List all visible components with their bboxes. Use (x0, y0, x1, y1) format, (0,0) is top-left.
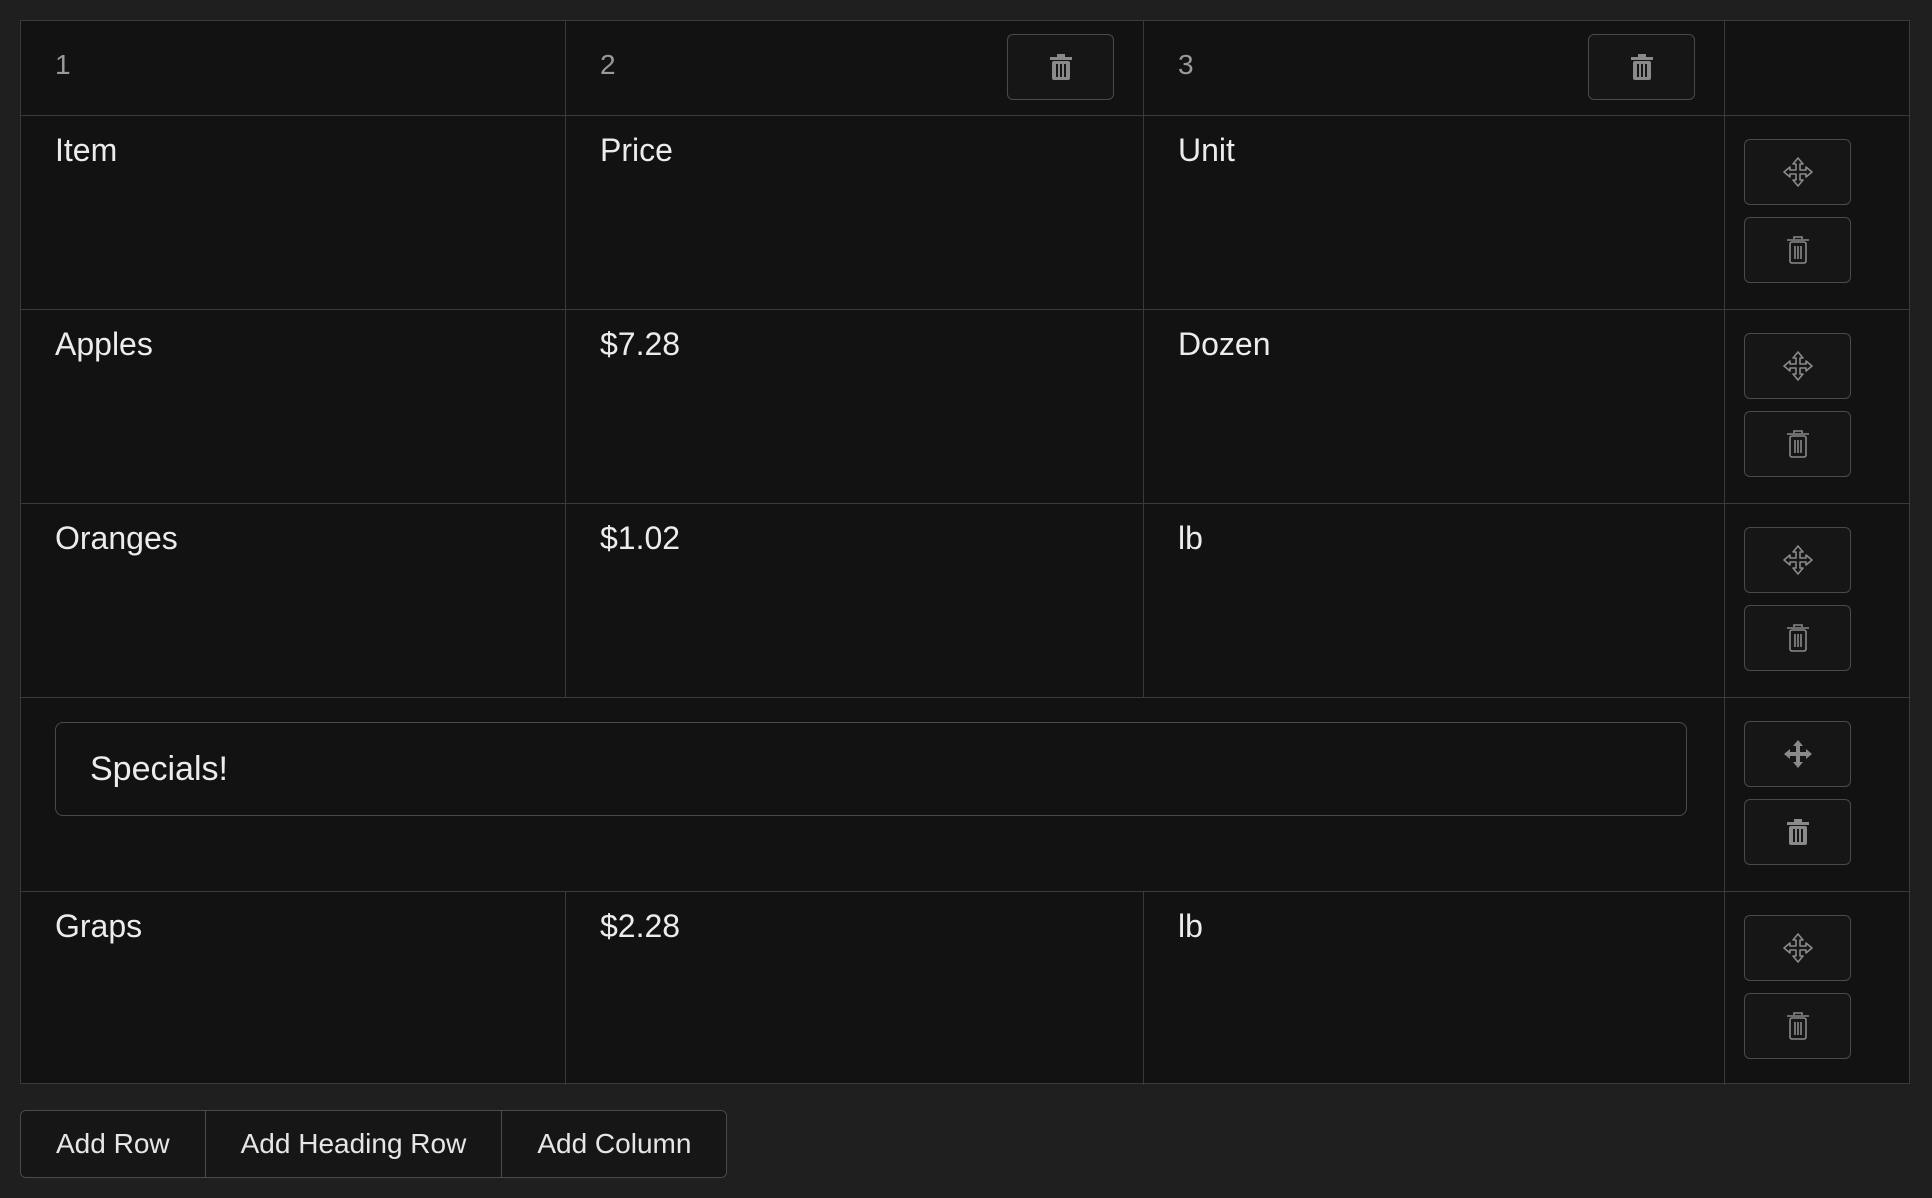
trash-icon (1786, 236, 1809, 264)
column-header-1: 1 (21, 21, 566, 115)
table-row: Graps $2.28 lb (21, 891, 1909, 1085)
row-actions (1725, 698, 1911, 891)
table-cell[interactable]: $7.28 (566, 310, 1144, 503)
heading-input[interactable] (55, 722, 1687, 816)
move-icon (1782, 351, 1813, 381)
move-row-button[interactable] (1744, 139, 1851, 205)
table-row: Item Price Unit (21, 115, 1909, 309)
move-icon (1782, 157, 1813, 187)
cell-text: $1.02 (600, 520, 681, 556)
table-actions: Add Row Add Heading Row Add Column (20, 1110, 728, 1178)
delete-column-button[interactable] (1007, 34, 1114, 100)
trash-icon (1786, 1012, 1809, 1040)
cell-text: Unit (1178, 132, 1235, 168)
cell-text: lb (1178, 908, 1203, 944)
move-row-button[interactable] (1744, 915, 1851, 981)
delete-column-button[interactable] (1588, 34, 1695, 100)
column-number: 2 (600, 49, 616, 80)
cell-text: Dozen (1178, 326, 1271, 362)
column-header-3: 3 (1144, 21, 1725, 115)
column-header-row: 1 2 3 (21, 21, 1909, 115)
add-heading-row-button[interactable]: Add Heading Row (204, 1111, 502, 1177)
row-actions (1725, 504, 1911, 697)
delete-row-button[interactable] (1744, 217, 1851, 283)
cell-text: Oranges (55, 520, 178, 556)
cell-text: Price (600, 132, 673, 168)
add-column-button[interactable]: Add Column (501, 1111, 727, 1177)
column-number: 3 (1178, 49, 1194, 80)
trash-icon (1786, 819, 1809, 845)
table-cell[interactable]: $1.02 (566, 504, 1144, 697)
heading-cell (21, 698, 1725, 891)
table-row: Apples $7.28 Dozen (21, 309, 1909, 503)
move-row-button[interactable] (1744, 527, 1851, 593)
data-table: 1 2 3 Item Price Unit Apples $7.28 Dozen… (20, 20, 1910, 1085)
column-header-actions (1725, 21, 1911, 115)
table-cell[interactable]: Graps (21, 892, 566, 1085)
table-cell[interactable]: Item (21, 116, 566, 309)
table-cell[interactable]: $2.28 (566, 892, 1144, 1085)
cell-text: lb (1178, 520, 1203, 556)
table-cell[interactable]: Dozen (1144, 310, 1725, 503)
cell-text: Item (55, 132, 118, 168)
trash-icon (1786, 430, 1809, 458)
trash-icon (1786, 624, 1809, 652)
delete-row-button[interactable] (1744, 605, 1851, 671)
delete-row-button[interactable] (1744, 799, 1851, 865)
cell-text: Apples (55, 326, 153, 362)
cell-text: $7.28 (600, 326, 681, 362)
table-cell[interactable]: lb (1144, 892, 1725, 1085)
move-row-button[interactable] (1744, 721, 1851, 787)
heading-row (21, 697, 1909, 891)
column-header-2: 2 (566, 21, 1144, 115)
cell-text: $2.28 (600, 908, 681, 944)
row-actions (1725, 310, 1911, 503)
trash-icon (1049, 54, 1072, 80)
move-icon (1783, 740, 1812, 768)
delete-row-button[interactable] (1744, 993, 1851, 1059)
move-icon (1782, 933, 1813, 963)
row-actions (1725, 892, 1911, 1085)
move-row-button[interactable] (1744, 333, 1851, 399)
column-number: 1 (55, 49, 71, 80)
row-actions (1725, 116, 1911, 309)
delete-row-button[interactable] (1744, 411, 1851, 477)
table-row: Oranges $1.02 lb (21, 503, 1909, 697)
table-cell[interactable]: Apples (21, 310, 566, 503)
table-cell[interactable]: Price (566, 116, 1144, 309)
move-icon (1782, 545, 1813, 575)
table-cell[interactable]: Unit (1144, 116, 1725, 309)
trash-icon (1630, 54, 1653, 80)
table-cell[interactable]: lb (1144, 504, 1725, 697)
add-row-button[interactable]: Add Row (21, 1111, 205, 1177)
table-cell[interactable]: Oranges (21, 504, 566, 697)
cell-text: Graps (55, 908, 143, 944)
